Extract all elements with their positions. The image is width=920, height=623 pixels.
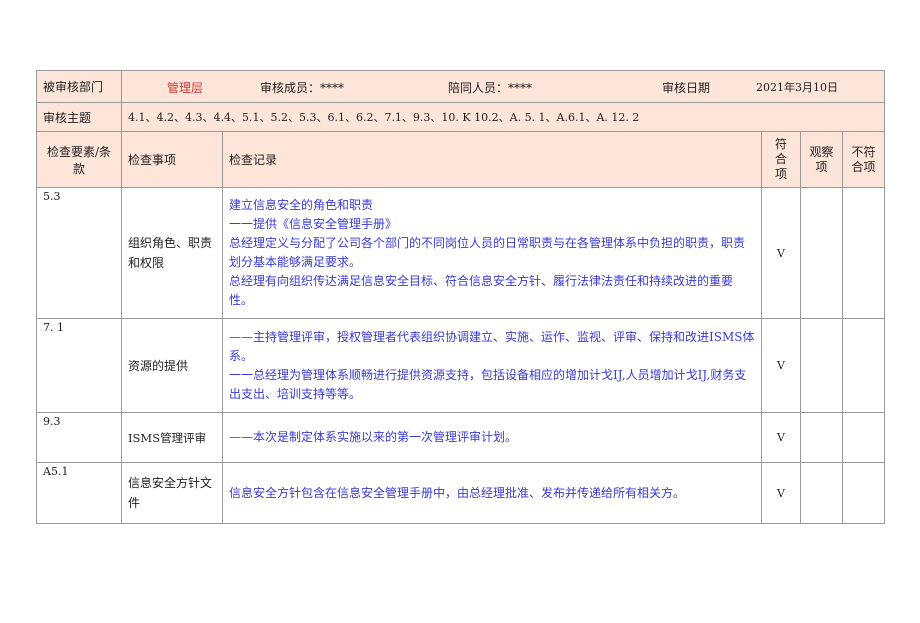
row-record: 信息安全方针包含在信息安全管理手册中，由总经理批准、发布并传递给所有相关方。 (222, 462, 762, 524)
meta-cell: 管理层 审核成员：**** 陪同人员：**** 审核日期 2021年3月10日 (120, 70, 886, 103)
date-label: 审核日期 (662, 81, 711, 95)
dept-label: 被审核部门 (36, 70, 122, 103)
row-nonconform-cell (841, 318, 886, 413)
dept-value: 管理层 (167, 81, 204, 95)
record-line: 建立信息安全的角色和职责 (229, 198, 374, 212)
col-record: 检查记录 (222, 131, 762, 188)
topic-row: 审核主题 4.1、4.2、4.3、4.4、5.1、5.2、5.3、6.1、6.2… (36, 102, 886, 132)
row-conform-mark: V (761, 462, 801, 524)
auditor-label: 审核成员：**** (260, 81, 345, 95)
row-conform-mark: V (761, 318, 801, 413)
date-value: 2021年3月10日 (756, 81, 838, 94)
escort-label: 陪同人员：**** (448, 81, 533, 95)
record-line: 一一提供《信息安全管理手册》 (229, 217, 398, 231)
table-row: 9.3 ISMS管理评审 ——本次是制定体系实施以来的第一次管理评审计划。 V (36, 412, 886, 463)
row-observe-cell (800, 412, 843, 463)
topic-value: 4.1、4.2、4.3、4.4、5.1、5.2、5.3、6.1、6.2、7.1、… (120, 102, 886, 132)
row-clause: 5.3 (36, 187, 122, 319)
table-row: 5.3 组织角色、职责和权限 建立信息安全的角色和职责 一一提供《信息安全管理手… (36, 187, 886, 319)
table-row: A5.1 信息安全方针文件 信息安全方针包含在信息安全管理手册中，由总经理批准、… (36, 462, 886, 524)
row-observe-cell (800, 318, 843, 413)
row-record: ——本次是制定体系实施以来的第一次管理评审计划。 (222, 412, 762, 463)
table-row: 7. 1 资源的提供 ——主持管理评审，授权管理者代表组织协调建立、实施、运作、… (36, 318, 886, 413)
row-conform-mark: V (761, 412, 801, 463)
col-observe: 观察项 (800, 131, 843, 188)
record-line: ——本次是制定体系实施以来的第一次管理评审计划。 (229, 430, 518, 444)
row-item: 信息安全方针文件 (121, 462, 223, 524)
column-header-row: 检查要素/条款 检查事项 检查记录 符合项 观察项 不符合项 (36, 131, 886, 188)
row-item: 组织角色、职责和权限 (121, 187, 223, 319)
row-record: 建立信息安全的角色和职责 一一提供《信息安全管理手册》 总经理定义与分配了公司各… (222, 187, 762, 319)
audit-checklist: 被审核部门 管理层 审核成员：**** 陪同人员：**** 审核日期 2021年… (36, 70, 886, 524)
record-line: 总经理有向组织传达满足信息安全目标、符合信息安全方针、履行法律法责任和持续改进的… (229, 274, 734, 307)
col-clause: 检查要素/条款 (36, 131, 122, 188)
record-line: 一一总经理为管理体系顺畅进行提供资源支持，包括设备相应的增加计戈IJ,人员增加计… (229, 367, 747, 401)
row-nonconform-cell (841, 462, 886, 524)
row-clause: 9.3 (36, 412, 122, 463)
row-item: ISMS管理评审 (121, 412, 223, 463)
record-line: 信息安全方针包含在信息安全管理手册中，由总经理批准、发布并传递给所有相关方。 (229, 485, 686, 500)
col-item: 检查事项 (121, 131, 223, 188)
row-observe-cell (800, 187, 843, 319)
audit-table: 被审核部门 管理层 审核成员：**** 陪同人员：**** 审核日期 2021年… (36, 70, 886, 524)
meta-row: 被审核部门 管理层 审核成员：**** 陪同人员：**** 审核日期 2021年… (36, 70, 886, 103)
topic-label: 审核主题 (36, 102, 122, 132)
col-nonconform: 不符合项 (841, 131, 886, 188)
row-record: ——主持管理评审，授权管理者代表组织协调建立、实施、运作、监视、评审、保持和改进… (222, 318, 762, 413)
row-clause: A5.1 (36, 462, 122, 524)
record-line: 总经理定义与分配了公司各个部门的不同岗位人员的日常职责与在各管理体系中负担的职责… (229, 236, 746, 269)
record-line: ——主持管理评审，授权管理者代表组织协调建立、实施、运作、监视、评审、保持和改进… (229, 329, 755, 363)
row-conform-mark: V (761, 187, 801, 319)
row-nonconform-cell (841, 412, 886, 463)
row-observe-cell (800, 462, 843, 524)
row-item: 资源的提供 (121, 318, 223, 413)
row-clause: 7. 1 (36, 318, 122, 413)
col-conform: 符合项 (761, 131, 801, 188)
row-nonconform-cell (841, 187, 886, 319)
